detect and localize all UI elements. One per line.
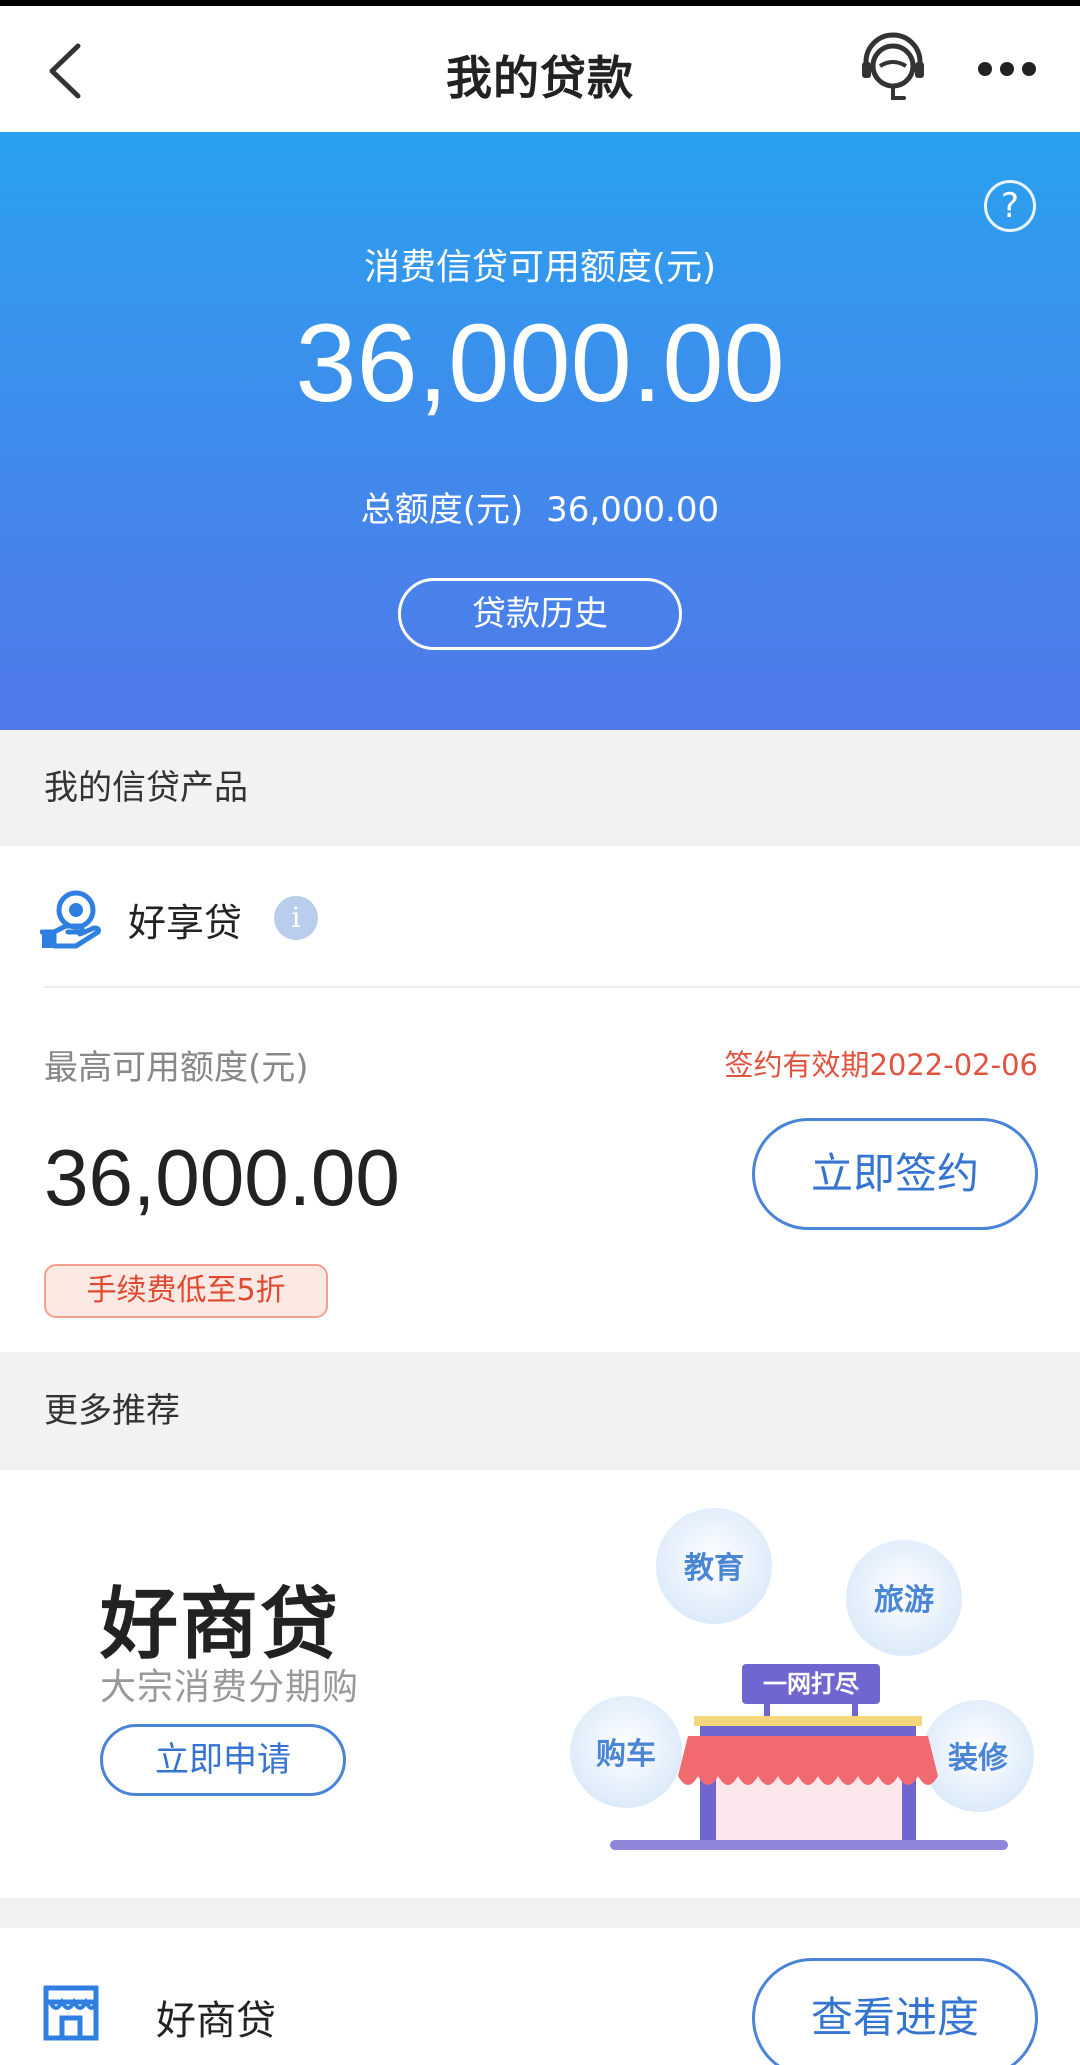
product-name: 好享贷	[128, 901, 243, 945]
bubble-label-travel: 旅游	[874, 1583, 934, 1618]
product-card: 好享贷 i 最高可用额度(元) 签约有效期2022-02-06 36,000.0…	[0, 846, 1080, 1352]
bubble-label-car: 购车	[596, 1737, 656, 1772]
apply-now-button[interactable]: 立即申请	[100, 1724, 346, 1796]
section-title-more: 更多推荐	[0, 1352, 1080, 1470]
max-credit-amount: 36,000.00	[44, 1133, 400, 1222]
navigation-bar: 我的贷款	[0, 6, 1080, 132]
hand-coin-icon	[39, 888, 102, 950]
total-credit-amount: 36,000.00	[546, 490, 720, 530]
max-credit-label: 最高可用额度(元)	[44, 1048, 309, 1088]
store-icon	[42, 1984, 100, 2042]
available-credit-amount: 36,000.00	[295, 302, 785, 425]
promo-subtitle: 大宗消费分期购	[100, 1667, 360, 1708]
more-dots-icon[interactable]	[972, 50, 1042, 84]
divider	[44, 986, 1080, 988]
sign-now-button[interactable]: 立即签约	[752, 1118, 1038, 1230]
shop-sign-text: 一网打尽	[763, 1670, 860, 1698]
shop-illustration: 教育 旅游 购车 装修 一网打尽	[570, 1508, 1034, 1850]
bubble-label-decoration: 装修	[948, 1741, 1009, 1776]
sign-expiry-text: 签约有效期2022-02-06	[724, 1048, 1038, 1082]
application-name: 好商贷	[156, 1998, 276, 2044]
customer-service-icon[interactable]	[858, 32, 928, 106]
check-progress-button[interactable]: 查看进度	[752, 1958, 1038, 2065]
promo-banner[interactable]: 好商贷 大宗消费分期购 立即申请 教育 旅游 购车 装修 一网打尽	[0, 1470, 1080, 1898]
info-icon[interactable]: i	[274, 896, 318, 940]
loan-history-button[interactable]: 贷款历史	[398, 578, 682, 650]
section-title-my-products: 我的信贷产品	[0, 730, 1080, 846]
application-row: 好商贷 查看进度	[0, 1928, 1080, 2065]
question-circle-icon[interactable]: ?	[984, 180, 1036, 232]
bubble-label-education: 教育	[684, 1551, 744, 1586]
fee-discount-badge: 手续费低至5折	[44, 1264, 328, 1318]
credit-summary-banner: ? 消费信贷可用额度(元) 36,000.00 总额度(元) 36,000.00…	[0, 132, 1080, 730]
total-credit-label: 总额度(元)	[360, 490, 524, 530]
total-credit-line: 总额度(元) 36,000.00	[0, 482, 1080, 531]
available-credit-label: 消费信贷可用额度(元)	[363, 247, 717, 288]
